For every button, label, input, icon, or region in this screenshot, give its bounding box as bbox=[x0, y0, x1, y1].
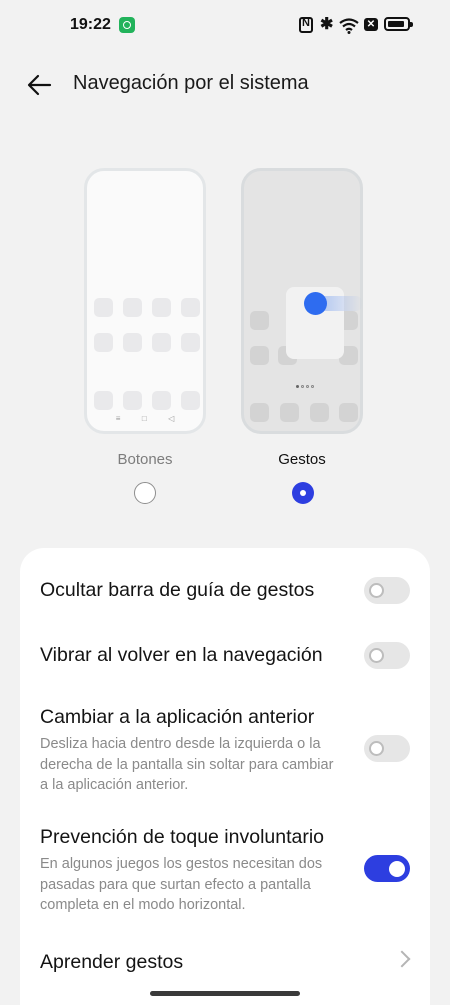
status-time: 19:22 bbox=[70, 16, 111, 33]
vibrate-back-toggle[interactable] bbox=[364, 642, 410, 669]
gesture-touch-icon bbox=[304, 292, 327, 315]
app-icon-placeholder bbox=[181, 391, 200, 410]
accidental-touch-toggle[interactable] bbox=[364, 855, 410, 882]
menu-key-icon: ≡ bbox=[115, 414, 121, 423]
app-icon-placeholder bbox=[339, 403, 358, 422]
option-label-gestures: Gestos bbox=[278, 451, 326, 468]
setting-title: Ocultar barra de guía de gestos bbox=[40, 579, 315, 601]
app-icon-placeholder bbox=[94, 391, 113, 410]
battery-icon bbox=[384, 17, 413, 31]
buttons-preview[interactable]: ≡ □ ◁ bbox=[84, 168, 206, 434]
home-key-icon: □ bbox=[141, 414, 147, 423]
app-icon-placeholder bbox=[123, 391, 142, 410]
app-icon-placeholder bbox=[94, 298, 113, 317]
page-title: Navegación por el sistema bbox=[73, 72, 309, 94]
setting-vibrate-back[interactable]: Vibrar al volver en la navegación bbox=[20, 634, 430, 684]
hide-gesture-bar-toggle[interactable] bbox=[364, 577, 410, 604]
app-icon-placeholder bbox=[310, 403, 329, 422]
gestures-preview[interactable] bbox=[241, 168, 363, 434]
nfc-icon bbox=[299, 17, 313, 33]
app-icon-placeholder bbox=[94, 333, 113, 352]
app-icon-placeholder bbox=[250, 346, 269, 365]
settings-card: Ocultar barra de guía de gestos Vibrar a… bbox=[20, 548, 430, 1005]
nav-keys: ≡ □ ◁ bbox=[87, 414, 203, 423]
back-arrow-icon bbox=[27, 74, 52, 96]
back-key-icon: ◁ bbox=[168, 414, 175, 423]
no-sim-icon: ✕ bbox=[364, 18, 378, 31]
setting-learn-gestures[interactable]: Aprender gestos bbox=[20, 942, 430, 984]
setting-switch-previous-app[interactable]: Cambiar a la aplicación anterior Desliza… bbox=[20, 700, 430, 800]
setting-accidental-touch[interactable]: Prevención de toque involuntario En algu… bbox=[20, 820, 430, 920]
setting-title: Cambiar a la aplicación anterior bbox=[40, 706, 315, 728]
app-icon-placeholder bbox=[181, 333, 200, 352]
app-icon-placeholder bbox=[250, 403, 269, 422]
setting-title: Aprender gestos bbox=[40, 951, 184, 973]
radio-buttons[interactable] bbox=[134, 482, 156, 504]
page-indicator bbox=[296, 385, 314, 388]
setting-title: Prevención de toque involuntario bbox=[40, 826, 325, 848]
app-icon-placeholder bbox=[280, 403, 299, 422]
app-icon-placeholder bbox=[152, 298, 171, 317]
app-icon-placeholder bbox=[123, 298, 142, 317]
option-label-buttons: Botones bbox=[117, 451, 173, 468]
back-button[interactable] bbox=[24, 70, 56, 100]
status-bar: 19:22 ✱ ✕ bbox=[0, 0, 450, 52]
app-icon-placeholder bbox=[123, 333, 142, 352]
setting-hide-gesture-bar[interactable]: Ocultar barra de guía de gestos bbox=[20, 570, 430, 620]
wifi-icon bbox=[339, 18, 359, 34]
home-indicator[interactable] bbox=[150, 991, 300, 996]
setting-title: Vibrar al volver en la navegación bbox=[40, 644, 323, 666]
radio-gestures[interactable] bbox=[292, 482, 314, 504]
wechat-notification-icon bbox=[119, 17, 135, 33]
switch-previous-app-toggle[interactable] bbox=[364, 735, 410, 762]
app-icon-placeholder bbox=[250, 311, 269, 330]
bluetooth-icon: ✱ bbox=[320, 16, 334, 33]
setting-description: En algunos juegos los gestos necesitan d… bbox=[40, 856, 323, 913]
app-icon-placeholder bbox=[152, 391, 171, 410]
app-icon-placeholder bbox=[152, 333, 171, 352]
app-icon-placeholder bbox=[181, 298, 200, 317]
setting-description: Desliza hacia dentro desde la izquierda … bbox=[40, 736, 334, 793]
